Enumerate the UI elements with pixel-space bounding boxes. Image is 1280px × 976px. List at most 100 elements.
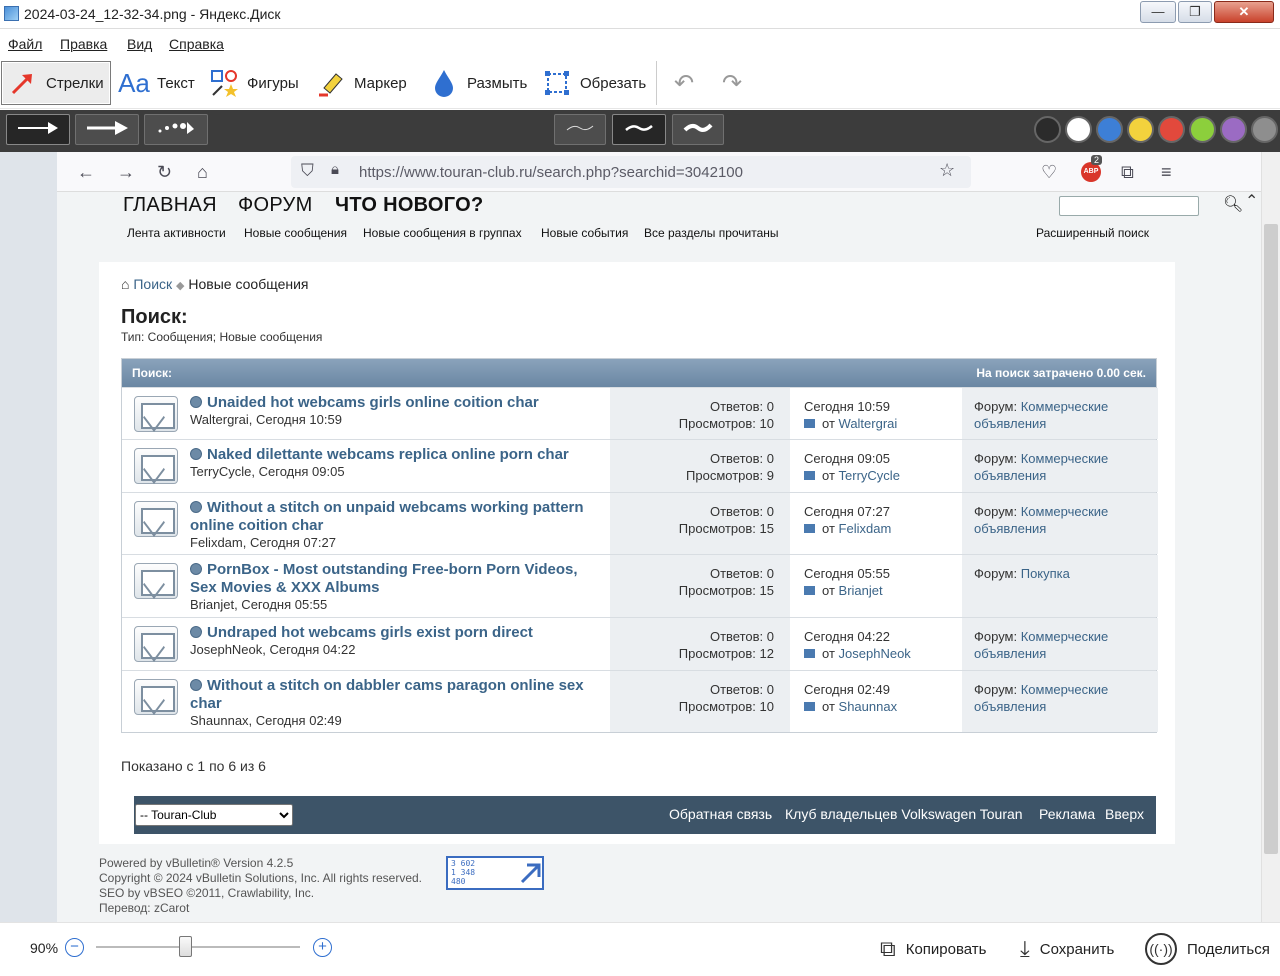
tool-blur[interactable]: Размыть <box>423 61 533 105</box>
thread-title-link[interactable]: Without a stitch on unpaid webcams worki… <box>190 499 604 535</box>
arrow-style-dotted[interactable] <box>144 114 208 145</box>
stroke-medium[interactable] <box>612 114 666 145</box>
tool-crop[interactable]: Обрезать <box>536 61 652 105</box>
footer-feedback[interactable]: Обратная связь <box>669 806 772 822</box>
visit-counter[interactable]: 3 602 1 348 480 <box>446 856 544 890</box>
close-button[interactable]: ✕ <box>1214 1 1274 23</box>
nav-home[interactable]: ГЛАВНАЯ <box>123 194 217 217</box>
nav-new-group-posts[interactable]: Новые сообщения в группах <box>363 226 522 240</box>
color-swatch[interactable] <box>1251 116 1278 143</box>
nav-activity-stream[interactable]: Лента активности <box>127 226 226 240</box>
new-post-icon[interactable] <box>190 563 202 575</box>
share-button[interactable]: ((·)) Поделиться <box>1145 933 1270 965</box>
goto-last-post-icon[interactable] <box>804 649 815 658</box>
reload-icon[interactable]: ↻ <box>157 162 172 183</box>
forward-icon[interactable]: → <box>117 162 135 183</box>
search-icon[interactable]: 🔍︎ <box>1223 194 1243 214</box>
color-swatch[interactable] <box>1220 116 1247 143</box>
menu-edit[interactable]: Правка <box>60 36 107 52</box>
thread-title[interactable]: Without a stitch on unpaid webcams worki… <box>190 499 584 534</box>
menu-view[interactable]: Вид <box>127 36 152 52</box>
new-post-icon[interactable] <box>190 679 202 691</box>
forum-search-input[interactable] <box>1059 196 1199 216</box>
zoom-slider[interactable] <box>96 946 300 948</box>
advanced-search-link[interactable]: Расширенный поиск <box>1036 226 1149 240</box>
new-post-icon[interactable] <box>190 501 202 513</box>
color-swatch[interactable] <box>1127 116 1154 143</box>
last-post-user[interactable]: Felixdam <box>839 521 892 536</box>
stroke-thin[interactable] <box>554 114 606 145</box>
thread-title[interactable]: Without a stitch on dabbler cams paragon… <box>190 677 584 712</box>
thread-title-link[interactable]: Undraped hot webcams girls exist porn di… <box>190 624 604 642</box>
last-post-user[interactable]: Brianjet <box>839 583 883 598</box>
tool-shapes[interactable]: Фигуры <box>203 61 305 105</box>
redo-button[interactable]: ↷ <box>716 61 748 105</box>
color-swatch[interactable] <box>1158 116 1185 143</box>
goto-last-post-icon[interactable] <box>804 524 815 533</box>
arrow-style-thick[interactable] <box>75 114 139 145</box>
color-swatch[interactable] <box>1096 116 1123 143</box>
new-post-icon[interactable] <box>190 396 202 408</box>
collapse-icon[interactable]: ⌃ <box>1245 191 1258 211</box>
nav-new-posts[interactable]: Новые сообщения <box>244 226 347 240</box>
goto-last-post-icon[interactable] <box>804 702 815 711</box>
zoom-slider-handle[interactable] <box>179 936 192 957</box>
shield-icon[interactable]: ⛉ <box>301 161 314 181</box>
nav-forum[interactable]: ФОРУМ <box>238 194 313 217</box>
zoom-in-button[interactable]: + <box>313 938 332 957</box>
last-post-user[interactable]: Shaunnax <box>839 699 898 714</box>
viewport-scrollbar[interactable] <box>1261 152 1280 922</box>
goto-last-post-icon[interactable] <box>804 586 815 595</box>
thread-title[interactable]: PornBox - Most outstanding Free-born Por… <box>190 561 578 596</box>
adblock-icon[interactable]: ABP <box>1081 162 1101 182</box>
extensions-icon[interactable]: ⧉ <box>1121 162 1134 183</box>
tool-text[interactable]: Aa Текст <box>113 61 201 105</box>
goto-last-post-icon[interactable] <box>804 471 815 480</box>
save-button[interactable]: ⤓ Сохранить <box>1020 933 1114 965</box>
maximize-button[interactable]: ❐ <box>1178 1 1212 23</box>
undo-button[interactable]: ↶ <box>668 61 700 105</box>
last-post-user[interactable]: JosephNeok <box>839 646 911 661</box>
color-swatch[interactable] <box>1034 116 1061 143</box>
new-post-icon[interactable] <box>190 626 202 638</box>
lock-icon[interactable]: 🔒︎ <box>331 161 339 178</box>
tool-marker[interactable]: Маркер <box>310 61 413 105</box>
menu-file[interactable]: Файл <box>8 36 42 52</box>
thread-title[interactable]: Naked dilettante webcams replica online … <box>207 446 569 463</box>
arrow-style-thin[interactable] <box>6 114 70 145</box>
thread-title[interactable]: Undraped hot webcams girls exist porn di… <box>207 624 533 641</box>
style-select[interactable]: -- Touran-Club <box>135 804 293 826</box>
last-post-user[interactable]: TerryCycle <box>839 468 900 483</box>
thread-title-link[interactable]: Naked dilettante webcams replica online … <box>190 446 604 464</box>
nav-whats-new[interactable]: ЧТО НОВОГО? <box>335 194 484 217</box>
color-swatch[interactable] <box>1189 116 1216 143</box>
app-menu-icon[interactable]: ≡ <box>1161 162 1172 183</box>
minimize-button[interactable]: — <box>1140 1 1176 23</box>
footer-top[interactable]: Вверх <box>1105 806 1144 822</box>
nav-new-events[interactable]: Новые события <box>541 226 628 240</box>
menu-help[interactable]: Справка <box>169 36 224 52</box>
thread-title-link[interactable]: Unaided hot webcams girls online coition… <box>190 394 604 412</box>
tool-arrows[interactable]: Стрелки <box>1 61 111 105</box>
bookmark-star-icon[interactable]: ☆ <box>939 160 955 181</box>
footer-ads[interactable]: Реклама <box>1039 806 1095 822</box>
nav-mark-read[interactable]: Все разделы прочитаны <box>644 226 779 240</box>
pocket-icon[interactable]: ♡ <box>1041 162 1057 183</box>
zoom-out-button[interactable]: − <box>65 938 84 957</box>
footer-club[interactable]: Клуб владельцев Volkswagen Touran <box>785 806 1023 822</box>
copy-button[interactable]: ⧉ Копировать <box>880 933 986 965</box>
thread-title[interactable]: Unaided hot webcams girls online coition… <box>207 394 539 411</box>
new-post-icon[interactable] <box>190 448 202 460</box>
forum-link[interactable]: Покупка <box>1021 566 1070 581</box>
stroke-thick[interactable] <box>672 114 724 145</box>
address-bar[interactable]: ⛉ 🔒︎ https://www.touran-club.ru/search.p… <box>291 156 971 188</box>
home-crumb-icon[interactable]: ⌂ <box>121 276 129 292</box>
back-icon[interactable]: ← <box>77 162 95 183</box>
breadcrumb-search[interactable]: Поиск <box>133 276 172 292</box>
thread-title-link[interactable]: Without a stitch on dabbler cams paragon… <box>190 677 604 713</box>
scrollbar-thumb[interactable] <box>1264 224 1278 854</box>
goto-last-post-icon[interactable] <box>804 419 815 428</box>
thread-title-link[interactable]: PornBox - Most outstanding Free-born Por… <box>190 561 604 597</box>
home-icon[interactable]: ⌂ <box>197 162 208 183</box>
color-swatch[interactable] <box>1065 116 1092 143</box>
